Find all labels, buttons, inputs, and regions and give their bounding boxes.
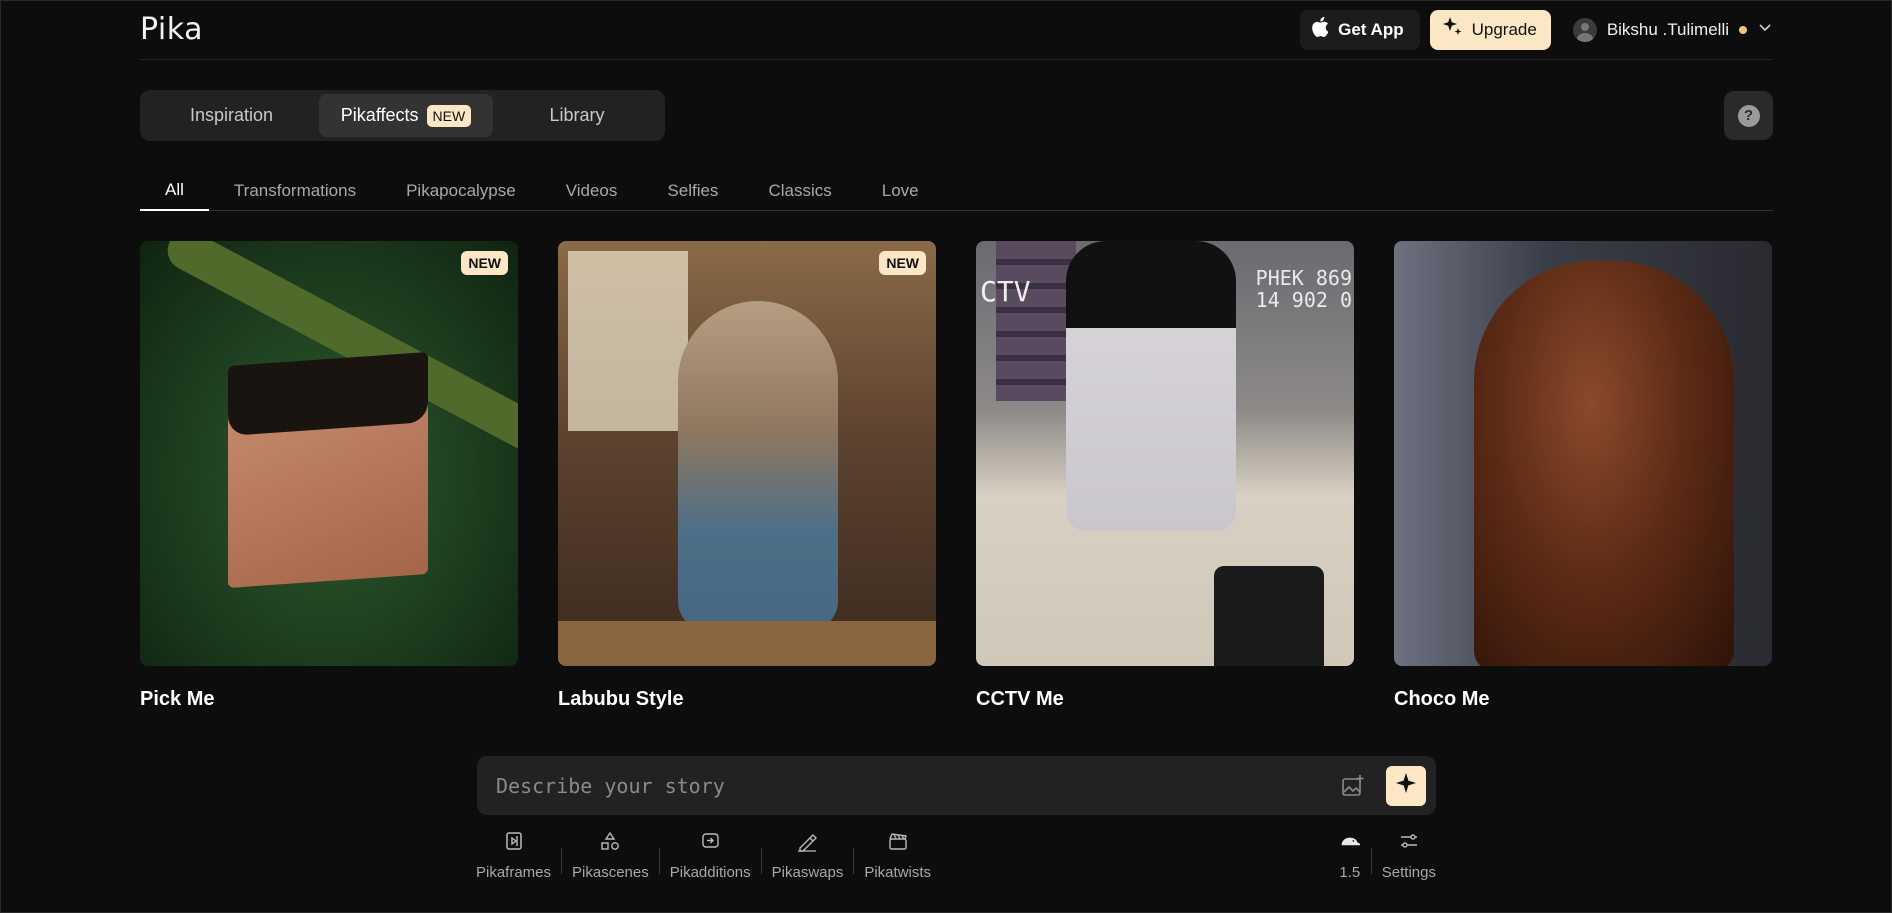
category-selfies[interactable]: Selfies xyxy=(642,170,743,211)
shelf-shape xyxy=(996,241,1076,401)
bottom-toolbar: Pikaframes Pikascenes Pikadditions Pikas… xyxy=(466,830,1446,890)
tab-label: Library xyxy=(549,105,605,125)
person-shape xyxy=(1066,241,1236,531)
story-prompt-input[interactable] xyxy=(496,773,1340,798)
cctv-overlay-left: CTV xyxy=(980,275,1031,308)
category-transformations[interactable]: Transformations xyxy=(209,170,381,211)
effect-card-cctv-me[interactable]: CTV PHEK 869 14 902 0 CCTV Me xyxy=(976,241,1354,711)
prompt-bar xyxy=(477,756,1436,815)
sparkle-icon xyxy=(1440,15,1464,44)
get-app-button[interactable]: Get App xyxy=(1300,9,1420,50)
new-badge: NEW xyxy=(879,251,926,275)
effect-thumbnail[interactable]: CTV PHEK 869 14 902 0 xyxy=(976,241,1354,666)
cctv-overlay-line-2: 14 902 0 xyxy=(1255,288,1352,312)
tool-label: Pikascenes xyxy=(572,864,649,881)
pika-logo[interactable]: Pika xyxy=(140,12,203,47)
help-icon: ? xyxy=(1737,104,1760,127)
category-videos[interactable]: Videos xyxy=(541,170,643,211)
table-shape xyxy=(558,621,936,666)
doll-shape xyxy=(678,301,838,631)
tool-pikaframes[interactable]: Pikaframes xyxy=(466,830,561,881)
hair-shape xyxy=(228,352,428,436)
tab-pikaffects[interactable]: Pikaffects NEW xyxy=(319,94,493,137)
card-title: CCTV Me xyxy=(976,688,1064,710)
new-badge: NEW xyxy=(461,251,508,275)
tool-pikadditions[interactable]: Pikadditions xyxy=(660,830,761,881)
effect-thumbnail[interactable]: NEW xyxy=(558,241,936,666)
tab-label: Inspiration xyxy=(189,105,274,125)
image-upload-icon[interactable] xyxy=(1340,773,1366,799)
effect-thumbnail[interactable] xyxy=(1394,241,1772,666)
settings-label: Settings xyxy=(1381,864,1436,881)
shapes-icon xyxy=(599,830,621,856)
effects-grid: NEW Pick Me NEW Labubu Style CTV PHEK 86… xyxy=(140,241,1773,711)
effect-card-labubu-style[interactable]: NEW Labubu Style xyxy=(558,241,936,711)
sliders-icon xyxy=(1398,830,1420,856)
chevron-down-icon[interactable] xyxy=(1757,19,1773,40)
effect-card-choco-me[interactable]: Choco Me xyxy=(1394,241,1772,711)
upgrade-button[interactable]: Upgrade xyxy=(1429,9,1551,50)
cctv-overlay-line-1: PHEK 869 xyxy=(1255,266,1352,290)
model-version-selector[interactable]: 1.5 xyxy=(1329,830,1371,881)
tool-label: Pikaframes xyxy=(476,864,552,881)
avatar xyxy=(1572,17,1597,42)
upgrade-label: Upgrade xyxy=(1471,19,1537,39)
top-header: Pika Get App Upgrade Bikshu .Tulimelli xyxy=(140,0,1773,60)
tool-label: Pikadditions xyxy=(669,864,751,881)
settings-button[interactable]: Settings xyxy=(1372,830,1446,881)
tool-pikaswaps[interactable]: Pikaswaps xyxy=(762,830,854,881)
tool-pikatwists[interactable]: Pikatwists xyxy=(854,830,941,881)
frames-icon xyxy=(503,830,525,856)
tool-label: Pikatwists xyxy=(864,864,932,881)
get-app-label: Get App xyxy=(1338,19,1404,39)
model-version-label: 1.5 xyxy=(1339,864,1361,881)
user-menu[interactable]: Bikshu .Tulimelli xyxy=(1572,17,1773,42)
effect-card-pick-me[interactable]: NEW Pick Me xyxy=(140,241,518,711)
effect-thumbnail[interactable]: NEW xyxy=(140,241,518,666)
tab-inspiration[interactable]: Inspiration xyxy=(144,94,319,137)
register-shape xyxy=(1214,566,1324,666)
pika-model-icon xyxy=(1339,830,1361,856)
card-title: Pick Me xyxy=(140,688,215,710)
card-title: Labubu Style xyxy=(558,688,684,710)
help-button[interactable]: ? xyxy=(1724,91,1773,140)
card-title: Choco Me xyxy=(1394,688,1490,710)
clapper-icon xyxy=(887,830,909,856)
add-icon xyxy=(699,830,721,856)
category-classics[interactable]: Classics xyxy=(743,170,856,211)
cctv-overlay-right: PHEK 869 14 902 0 xyxy=(1256,267,1352,311)
sparkle-icon xyxy=(1395,772,1417,799)
tab-library[interactable]: Library xyxy=(493,94,661,137)
chocolate-figure-shape xyxy=(1474,261,1734,666)
category-love[interactable]: Love xyxy=(857,170,944,211)
category-pikapocalypse[interactable]: Pikapocalypse xyxy=(381,170,541,211)
window-shape xyxy=(568,251,688,431)
swap-brush-icon xyxy=(796,830,818,856)
generate-button[interactable] xyxy=(1386,765,1426,806)
main-tabs: Inspiration Pikaffects NEW Library xyxy=(140,90,665,141)
new-badge: NEW xyxy=(426,104,472,127)
user-name: Bikshu .Tulimelli xyxy=(1606,19,1729,39)
apple-icon xyxy=(1310,16,1330,43)
tool-label: Pikaswaps xyxy=(771,864,844,881)
tool-pikascenes[interactable]: Pikascenes xyxy=(562,830,659,881)
tab-label: Pikaffects xyxy=(340,105,419,125)
category-all[interactable]: All xyxy=(140,170,209,211)
category-tabs: All Transformations Pikapocalypse Videos… xyxy=(140,170,1773,211)
status-dot xyxy=(1739,25,1747,34)
header-actions: Get App Upgrade Bikshu .Tulimelli xyxy=(1300,9,1773,50)
